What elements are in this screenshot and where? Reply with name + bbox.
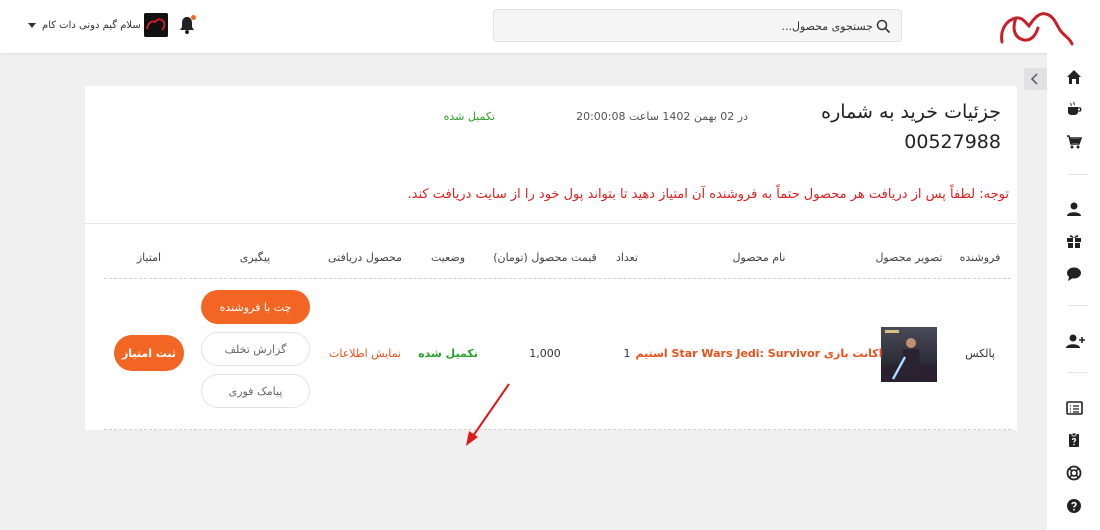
column-header-seller: فروشنده [959,251,1001,264]
show-info-link[interactable]: نمایش اطلاعات [329,347,401,360]
sidebar-divider [1068,372,1088,373]
product-price: 1,000 [529,347,561,360]
rating-notice: توجه: لطفاً پس از دریافت هر محصول حتماً … [407,187,1009,202]
product-name-link[interactable]: اکانت بازی Star Wars Jedi: Survivor استی… [636,347,883,360]
chat-with-seller-button[interactable]: چت با فروشنده [201,290,310,324]
instant-sms-button[interactable]: پیامک فوری [201,374,310,408]
user-greeting: سلام گیم دونی دات کام [42,19,141,31]
column-header-qty: تعداد [615,251,639,264]
cart-icon[interactable] [1066,134,1082,150]
report-violation-button[interactable]: گزارش تخلف [201,332,310,366]
annotation-arrow-icon [466,383,510,446]
user-icon[interactable] [1066,201,1082,217]
add-user-icon[interactable] [1066,333,1085,349]
user-menu[interactable]: سلام گیم دونی دات کام [28,12,168,38]
order-number: 00527988 [904,131,1001,153]
site-logo[interactable] [998,8,1074,48]
chat-icon[interactable] [1066,266,1082,282]
submit-rating-button[interactable]: ثبت امتیاز [114,335,184,371]
right-sidebar [1047,53,1100,530]
avatar [143,13,168,37]
seller-name[interactable]: پالکس [965,347,995,360]
coffee-icon[interactable] [1066,101,1082,117]
gift-icon[interactable] [1066,233,1082,249]
column-header-name: نام محصول [732,251,786,264]
column-header-received: محصول دریافتی [327,251,403,264]
clipboard-question-icon[interactable] [1066,432,1082,448]
column-header-image: تصویر محصول [875,251,943,264]
product-quantity: 1 [623,347,631,360]
help-icon[interactable] [1066,498,1082,514]
sidebar-collapse-button[interactable] [1024,68,1047,90]
sidebar-divider [1068,305,1088,306]
list-icon[interactable] [1066,400,1083,416]
product-image[interactable] [881,327,937,382]
column-header-rating: امتیاز [136,251,162,264]
table-separator [104,278,1011,279]
notification-dot [191,15,196,20]
item-status: تکمیل شده [418,347,478,360]
search-input[interactable] [513,15,873,37]
support-icon[interactable] [1066,465,1082,481]
chevron-left-icon [1030,73,1038,85]
order-datetime: در 02 بهمن 1402 ساعت 20:00:08 [576,110,748,123]
page-title: جزئیات خرید به شماره [821,101,1001,123]
column-header-price: قیمت محصول (تومان) [493,251,597,264]
notifications-button[interactable] [178,15,196,35]
chevron-down-icon[interactable] [28,22,36,28]
search-box[interactable] [493,9,902,42]
order-status: تکمیل شده [443,110,495,123]
top-bar: سلام گیم دونی دات کام [0,0,1100,53]
search-icon[interactable] [875,18,891,34]
table-separator [104,429,1011,430]
column-header-status: وضعیت [430,251,466,264]
divider [85,223,1017,224]
home-icon[interactable] [1066,69,1082,85]
sidebar-divider [1068,174,1088,175]
order-details-card: جزئیات خرید به شماره 00527988 در 02 بهمن… [85,86,1017,446]
column-header-followup: پیگیری [239,251,271,264]
logo-mark [1000,12,1074,46]
